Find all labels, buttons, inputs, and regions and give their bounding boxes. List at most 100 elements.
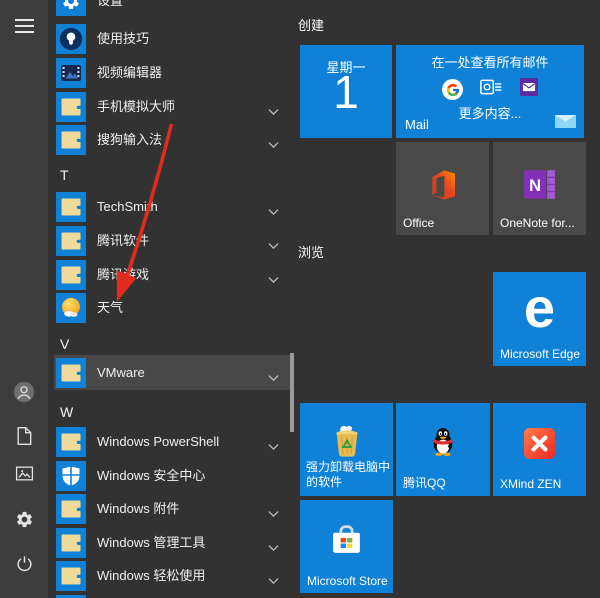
mail-envelope-icon	[555, 115, 576, 133]
power-button[interactable]	[0, 546, 48, 586]
tile-group-header-create[interactable]: 创建	[298, 17, 324, 35]
hamburger-icon	[15, 19, 34, 33]
tile-label: Microsoft Edge	[500, 347, 580, 361]
folder-icon	[56, 192, 86, 222]
tile-label: XMind ZEN	[500, 477, 561, 491]
app-label: 视频编辑器	[97, 56, 162, 90]
outlook-icon	[480, 78, 503, 101]
chevron-down-icon[interactable]	[268, 136, 279, 144]
folder-icon	[56, 427, 86, 457]
gear-icon	[15, 510, 34, 534]
folder-icon	[56, 561, 86, 591]
user-avatar-icon	[13, 381, 35, 408]
chevron-down-icon[interactable]	[268, 505, 279, 513]
app-row-settings[interactable]: 设置	[54, 0, 292, 18]
settings-app-icon	[56, 0, 86, 16]
pictures-button[interactable]	[0, 456, 48, 496]
app-row-windows-ease-of-access[interactable]: Windows 轻松使用	[54, 559, 292, 593]
tile-label: 强力卸载电脑中的软件	[306, 460, 390, 490]
start-menu: 设置 使用技巧 视频编辑器 手机模拟大师 搜狗输入法 T TechSmith	[0, 0, 600, 598]
app-row-techsmith[interactable]: TechSmith	[54, 190, 292, 224]
onenote-logo-icon: N	[493, 168, 586, 201]
chevron-down-icon[interactable]	[268, 203, 279, 211]
app-row-video-editor[interactable]: 视频编辑器	[54, 56, 292, 90]
app-label: 使用技巧	[97, 22, 149, 56]
document-icon	[15, 426, 33, 451]
tile-xmind[interactable]: XMind ZEN	[493, 403, 586, 496]
app-label: Windows 附件	[97, 492, 179, 526]
app-row-tips[interactable]: 使用技巧	[54, 22, 292, 56]
folder-icon	[56, 125, 86, 155]
app-label: 设置	[97, 0, 123, 18]
start-rail	[0, 0, 48, 598]
tile-label: OneNote for...	[500, 216, 575, 230]
account-button[interactable]	[0, 374, 48, 414]
calendar-day: 1	[300, 69, 392, 115]
app-row-vmware[interactable]: VMware	[54, 355, 292, 390]
folder-icon	[56, 494, 86, 524]
chevron-down-icon[interactable]	[268, 237, 279, 245]
tile-label: Office	[403, 216, 434, 230]
folder-icon	[56, 226, 86, 256]
google-icon	[442, 79, 463, 100]
chevron-down-icon[interactable]	[268, 539, 279, 547]
shield-icon	[56, 461, 86, 491]
app-row-phone-master[interactable]: 手机模拟大师	[54, 90, 292, 124]
tile-edge[interactable]: e Microsoft Edge	[493, 272, 586, 366]
section-header-v[interactable]: V	[60, 334, 69, 354]
chevron-down-icon[interactable]	[268, 369, 279, 377]
chevron-down-icon[interactable]	[268, 103, 279, 111]
tile-qq[interactable]: 腾讯QQ	[396, 403, 490, 496]
tips-app-icon	[56, 24, 86, 54]
folder-icon	[56, 260, 86, 290]
store-bag-icon	[300, 524, 393, 556]
tile-mail[interactable]: 在一处查看所有邮件 更多内容... Mail	[396, 45, 584, 138]
section-header-t[interactable]: T	[60, 165, 69, 185]
weather-app-icon	[56, 293, 86, 323]
app-row-tencent-games[interactable]: 腾讯游戏	[54, 258, 292, 292]
expand-menu-button[interactable]	[0, 6, 48, 46]
app-row-partial[interactable]	[54, 593, 292, 598]
folder-icon	[56, 528, 86, 558]
app-row-windows-accessories[interactable]: Windows 附件	[54, 492, 292, 526]
documents-button[interactable]	[0, 418, 48, 458]
video-editor-app-icon	[56, 58, 86, 88]
power-icon	[15, 554, 34, 578]
app-row-weather[interactable]: 天气	[54, 291, 292, 325]
app-label: 搜狗输入法	[97, 123, 162, 157]
tile-onenote[interactable]: N OneNote for...	[493, 142, 586, 235]
purple-mail-icon	[520, 78, 538, 101]
app-row-tencent-software[interactable]: 腾讯软件	[54, 224, 292, 258]
section-header-w[interactable]: W	[60, 402, 73, 422]
folder-icon	[56, 358, 86, 388]
tile-store[interactable]: Microsoft Store	[300, 500, 393, 593]
app-label: 腾讯游戏	[97, 258, 149, 292]
app-label: Windows PowerShell	[97, 425, 219, 459]
tile-calendar[interactable]: 星期一 1	[300, 45, 392, 138]
trash-bin-icon	[300, 423, 393, 459]
settings-button[interactable]	[0, 502, 48, 542]
edge-logo-icon: e	[493, 280, 586, 336]
app-row-sogou-input[interactable]: 搜狗输入法	[54, 123, 292, 157]
tile-label: 腾讯QQ	[403, 474, 446, 491]
mail-headline: 在一处查看所有邮件	[396, 52, 584, 71]
app-label: Windows 安全中心	[97, 459, 205, 493]
app-label: TechSmith	[97, 190, 158, 224]
tile-label: Mail	[405, 117, 429, 132]
app-row-windows-security[interactable]: Windows 安全中心	[54, 459, 292, 493]
pictures-icon	[15, 465, 34, 487]
app-label: 天气	[97, 291, 123, 325]
chevron-down-icon[interactable]	[268, 572, 279, 580]
app-row-windows-admin-tools[interactable]: Windows 管理工具	[54, 526, 292, 560]
app-list-scrollbar[interactable]	[290, 353, 294, 432]
app-row-powershell[interactable]: Windows PowerShell	[54, 425, 292, 459]
app-label: 腾讯软件	[97, 224, 149, 258]
qq-penguin-icon	[396, 425, 490, 457]
chevron-down-icon[interactable]	[268, 438, 279, 446]
tile-uninstaller[interactable]: 强力卸载电脑中的软件	[300, 403, 393, 496]
tile-group-header-browse[interactable]: 浏览	[298, 244, 324, 262]
tile-office[interactable]: Office	[396, 142, 489, 235]
app-label: Windows 轻松使用	[97, 559, 205, 593]
chevron-down-icon[interactable]	[268, 271, 279, 279]
folder-icon	[56, 92, 86, 122]
